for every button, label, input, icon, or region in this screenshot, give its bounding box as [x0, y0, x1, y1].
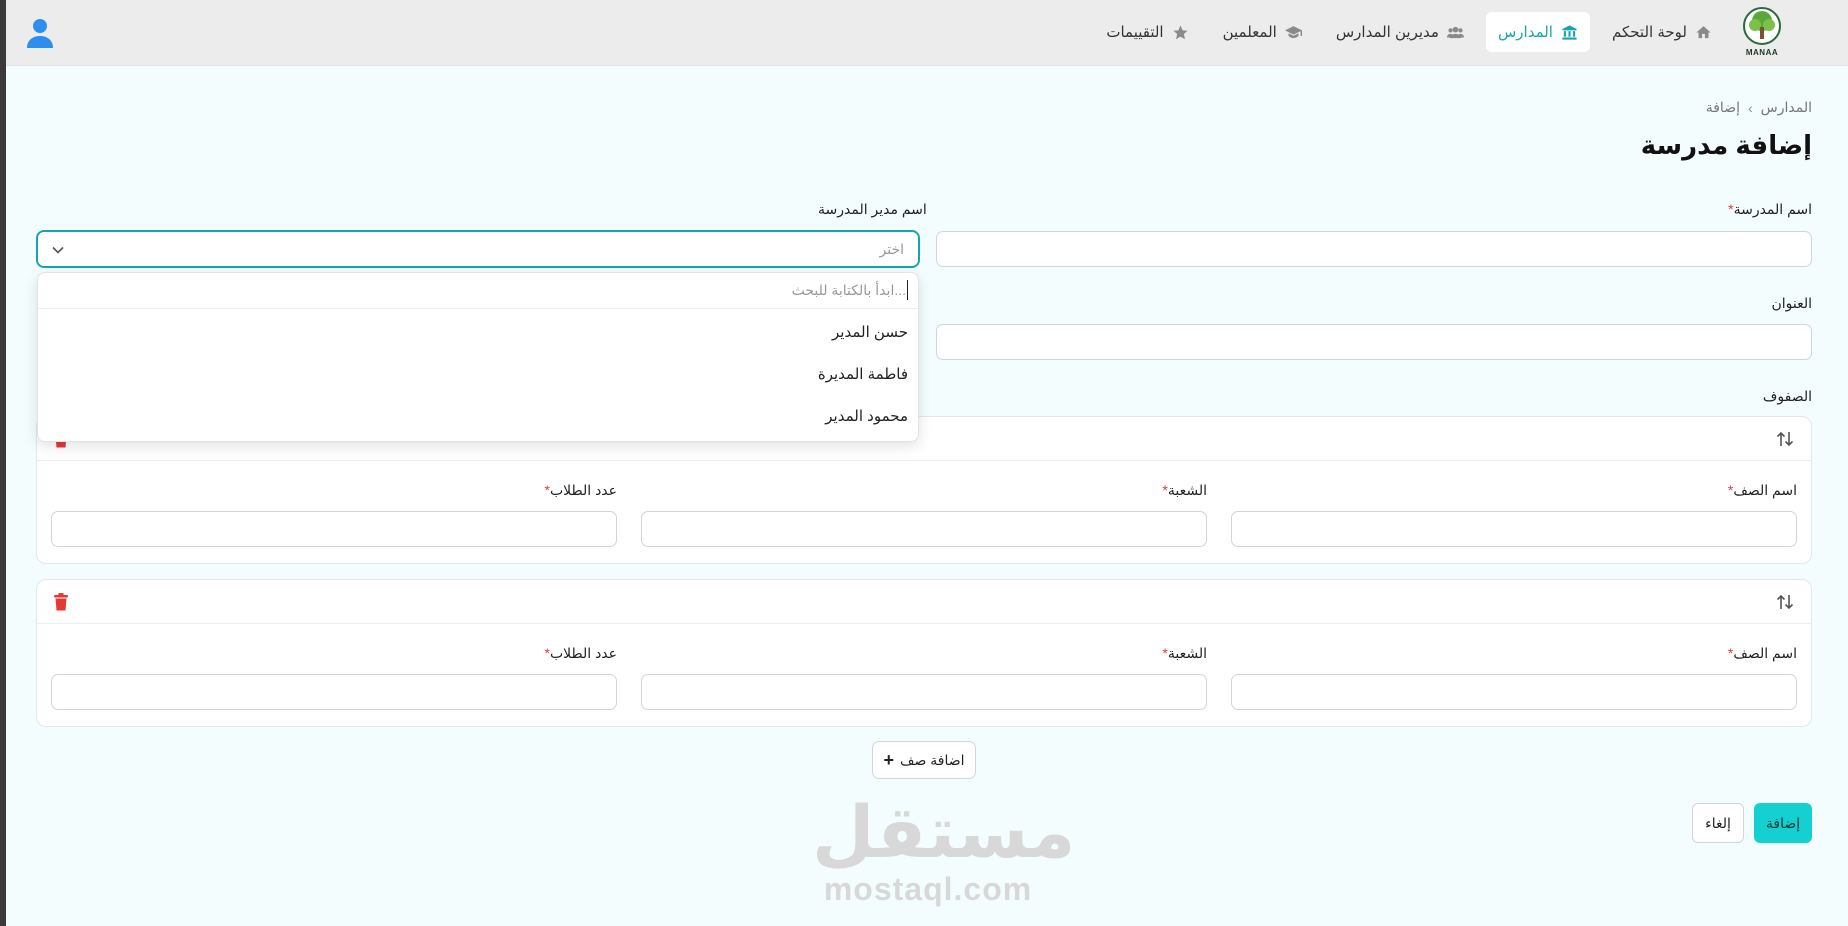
breadcrumb: المدارس ‹ إضافة [1706, 99, 1812, 116]
cancel-button[interactable]: إلغاء [1692, 803, 1744, 843]
bank-icon [1562, 24, 1577, 40]
students-count-input[interactable] [51, 511, 617, 547]
dropdown-option[interactable]: فاطمة المديرة [818, 365, 908, 383]
sort-arrows-icon[interactable] [1775, 430, 1795, 448]
watermark-arabic: مستقل [812, 790, 1076, 874]
class-name-label: اسم الصف* [1728, 482, 1797, 499]
section-label-text: الشعبة [1167, 645, 1207, 661]
trash-icon[interactable] [53, 593, 69, 611]
sort-arrows-icon[interactable] [1775, 593, 1795, 611]
section-input[interactable] [641, 674, 1207, 710]
address-label: العنوان [1771, 295, 1812, 311]
page-title: إضافة مدرسة [1640, 130, 1812, 160]
nav-item-label: المعلمين [1222, 24, 1277, 41]
chevron-down-icon [52, 246, 64, 254]
class-name-input[interactable] [1231, 674, 1797, 710]
class-row-header [37, 580, 1811, 624]
section-label: الشعبة* [1162, 645, 1207, 662]
logo-text: MANAA [1745, 48, 1779, 57]
principal-select[interactable]: اختر [36, 230, 920, 268]
user-avatar-icon[interactable] [26, 17, 54, 49]
classes-section-label: الصفوف [1762, 388, 1812, 404]
address-input[interactable] [936, 324, 1812, 360]
breadcrumb-schools[interactable]: المدارس [1761, 99, 1812, 116]
plus-icon: + [883, 749, 894, 770]
principal-label: اسم مدير المدرسة [818, 201, 927, 217]
submit-button[interactable]: إضافة [1754, 803, 1812, 843]
school-name-label: اسم المدرسة* [1728, 201, 1812, 218]
dropdown-option[interactable]: محمود المدير [825, 407, 908, 425]
students-count-label-text: عدد الطلاب [550, 482, 617, 498]
nav-item-label: مديرين المدارس [1335, 24, 1439, 41]
nav-item-schools[interactable]: المدارس [1485, 12, 1590, 52]
students-count-label: عدد الطلاب* [545, 482, 617, 499]
section-label: الشعبة* [1162, 482, 1207, 499]
school-name-input[interactable] [936, 231, 1812, 267]
students-count-input[interactable] [51, 674, 617, 710]
chevron-left-icon: ‹ [1747, 99, 1753, 116]
nav-item-dashboard[interactable]: لوحة التحكم [1600, 12, 1724, 52]
section-input[interactable] [641, 511, 1207, 547]
nav-item-principals[interactable]: مديرين المدارس [1324, 12, 1476, 52]
nav-item-label: التقييمات [1106, 24, 1164, 41]
watermark: مستقل mostaql.com [812, 790, 1076, 907]
breadcrumb-add: إضافة [1705, 99, 1740, 115]
principal-dropdown: ابدأ بالكتابة للبحث... حسن المدير فاطمة … [37, 272, 919, 442]
top-navbar: MANAA لوحة التحكم المدارس مديرين المدارس… [6, 0, 1848, 66]
add-row-button[interactable]: اضافة صف + [872, 741, 976, 779]
principal-select-placeholder: اختر [879, 241, 905, 257]
students-count-label: عدد الطلاب* [545, 645, 617, 662]
home-icon [1696, 25, 1711, 38]
add-row-label: اضافة صف [900, 751, 965, 768]
nav-item-ratings[interactable]: التقييمات [1094, 12, 1200, 52]
class-name-label-text: اسم الصف [1733, 645, 1797, 661]
nav-item-label: لوحة التحكم [1611, 24, 1687, 41]
class-name-label: اسم الصف* [1728, 645, 1797, 662]
graduation-cap-icon [1284, 25, 1302, 38]
nav-item-label: المدارس [1497, 24, 1553, 41]
class-row-card: اسم الصف* الشعبة* عدد الطلاب* [36, 579, 1812, 727]
section-label-text: الشعبة [1167, 482, 1207, 498]
class-name-label-text: اسم الصف [1733, 482, 1797, 498]
nav-item-teachers[interactable]: المعلمين [1211, 12, 1314, 52]
text-caret [907, 280, 908, 300]
star-icon [1173, 24, 1188, 39]
dropdown-search-placeholder: ابدأ بالكتابة للبحث... [791, 282, 906, 298]
dropdown-option[interactable]: حسن المدير [832, 323, 908, 341]
students-count-label-text: عدد الطلاب [550, 645, 617, 661]
school-name-label-text: اسم المدرسة [1733, 201, 1812, 217]
dropdown-search-input[interactable]: ابدأ بالكتابة للبحث... [38, 273, 918, 309]
logo[interactable]: MANAA [1740, 7, 1784, 59]
tree-logo-icon [1743, 7, 1781, 45]
class-name-input[interactable] [1231, 511, 1797, 547]
watermark-latin: mostaql.com [823, 871, 1033, 907]
main-nav: لوحة التحكم المدارس مديرين المدارس المعل… [1094, 12, 1724, 52]
app-window: MANAA لوحة التحكم المدارس مديرين المدارس… [6, 0, 1848, 926]
users-icon [1446, 26, 1464, 38]
